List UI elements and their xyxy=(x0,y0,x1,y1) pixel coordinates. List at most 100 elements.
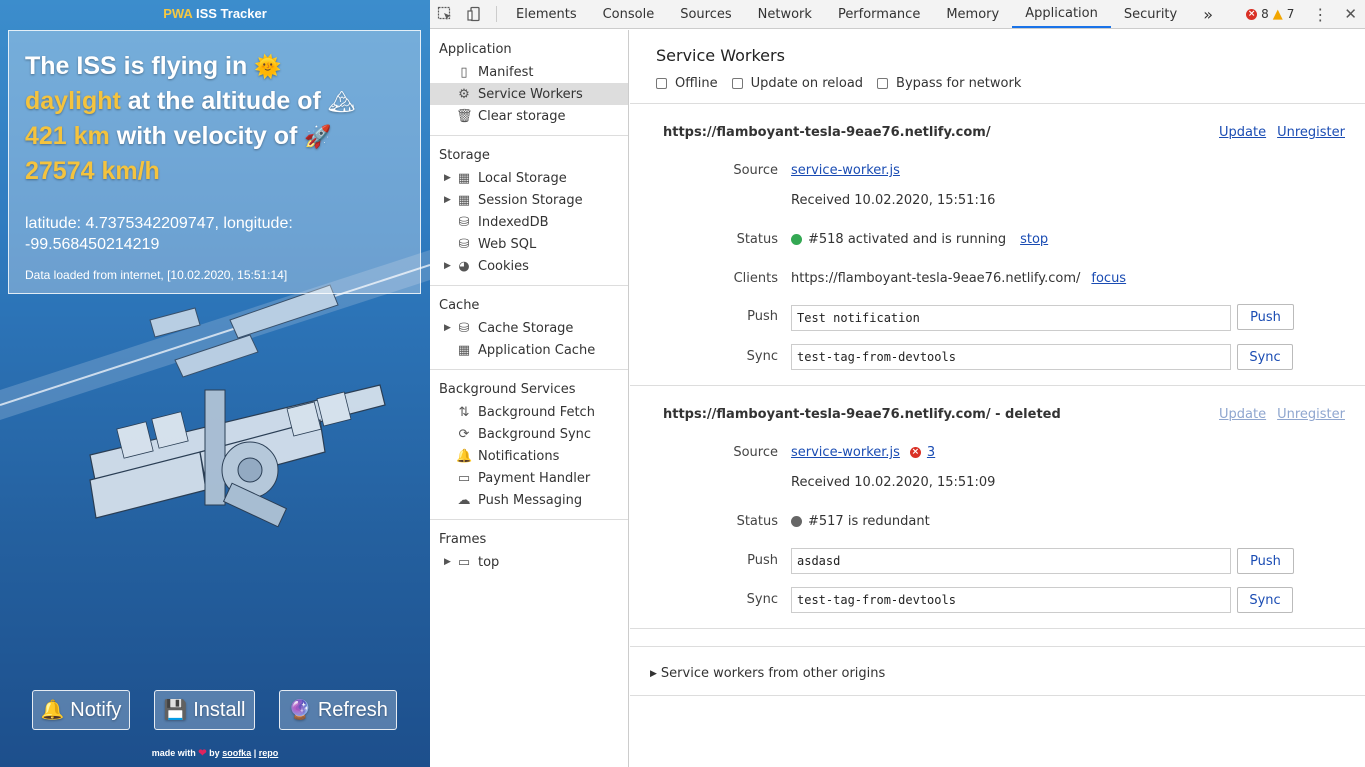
sidebar-item-background-fetch[interactable]: ⇅ Background Fetch xyxy=(430,401,628,423)
push-input[interactable]: asdasd xyxy=(791,548,1231,574)
error-icon: × xyxy=(909,447,921,458)
sidebar-item-payment-handler[interactable]: ▭ Payment Handler xyxy=(430,467,628,489)
deleted-tag: - deleted xyxy=(995,407,1061,422)
update-link[interactable]: Update xyxy=(1219,125,1266,140)
push-button[interactable]: Push xyxy=(1237,548,1294,574)
stop-link[interactable]: stop xyxy=(1020,232,1048,247)
device-toolbar-icon[interactable] xyxy=(460,0,490,28)
install-button[interactable]: 💾 Install xyxy=(154,690,255,730)
tab-performance[interactable]: Performance xyxy=(825,0,933,28)
tab-application[interactable]: Application xyxy=(1012,0,1111,28)
unregister-link[interactable]: Unregister xyxy=(1277,125,1345,140)
other-origins-toggle[interactable]: ▶ Service workers from other origins xyxy=(650,666,885,681)
sidebar-item-notifications[interactable]: 🔔 Notifications xyxy=(430,445,628,467)
repo-link[interactable]: repo xyxy=(259,748,279,758)
mountain-icon: 🏔 xyxy=(327,89,356,114)
service-workers-panel: Service Workers Offline Update on reload… xyxy=(630,30,1365,767)
checkbox-box[interactable] xyxy=(731,78,743,89)
sidebar-item-web-sql[interactable]: ⛁ Web SQL xyxy=(430,233,628,255)
sync-icon: ⟳ xyxy=(458,426,470,442)
sidebar-item-cache-storage[interactable]: ▶ ⛁ Cache Storage xyxy=(430,317,628,339)
tab-security[interactable]: Security xyxy=(1111,0,1190,28)
error-count-link[interactable]: 3 xyxy=(927,445,935,460)
checkbox-box[interactable] xyxy=(656,78,667,89)
sidebar-item-label: Cookies xyxy=(478,258,529,274)
service-worker-entry: https://flamboyant-tesla-9eae76.netlify.… xyxy=(630,103,1365,385)
kebab-menu-icon[interactable]: ⋮ xyxy=(1312,5,1328,24)
sidebar-item-top-frame[interactable]: ▶ ▭ top xyxy=(430,551,628,573)
source-link[interactable]: service-worker.js xyxy=(791,445,900,460)
update-on-reload-checkbox[interactable]: Update on reload xyxy=(731,76,864,91)
sidebar-item-application-cache[interactable]: ▦ Application Cache xyxy=(430,339,628,361)
sidebar-item-session-storage[interactable]: ▶ ▦ Session Storage xyxy=(430,189,628,211)
source-label: Source xyxy=(733,163,778,178)
bell-icon: 🔔 xyxy=(456,448,473,464)
expand-arrow-icon[interactable]: ▶ xyxy=(444,173,451,183)
expand-arrow-icon[interactable]: ▶ xyxy=(444,557,451,567)
tab-elements[interactable]: Elements xyxy=(503,0,590,28)
devtools-status-area: × 8 ▲ 7 ⋮ ✕ xyxy=(1246,0,1365,28)
sidebar-item-service-workers[interactable]: ⚙ Service Workers xyxy=(430,83,628,105)
tab-sources[interactable]: Sources xyxy=(667,0,744,28)
sync-label: Sync xyxy=(746,592,778,607)
sidebar-item-label: Notifications xyxy=(478,448,560,464)
notify-button[interactable]: 🔔 Notify xyxy=(32,690,130,730)
sidebar-item-local-storage[interactable]: ▶ ▦ Local Storage xyxy=(430,167,628,189)
checkbox-label: Update on reload xyxy=(750,76,864,91)
warning-count[interactable]: 7 xyxy=(1287,7,1295,21)
author-link[interactable]: soofka xyxy=(222,748,251,758)
offline-checkbox[interactable]: Offline xyxy=(656,76,718,91)
source-link[interactable]: service-worker.js xyxy=(791,163,900,178)
focus-link[interactable]: focus xyxy=(1091,271,1126,286)
trash-icon: 🗑 xyxy=(456,108,473,124)
sidebar-item-cookies[interactable]: ▶ ◕ Cookies xyxy=(430,255,628,277)
sidebar-item-background-sync[interactable]: ⟳ Background Sync xyxy=(430,423,628,445)
sidebar-item-manifest[interactable]: ▯ Manifest xyxy=(430,61,628,83)
crystal-ball-icon: 🔮 xyxy=(288,700,312,721)
more-tabs-icon[interactable]: » xyxy=(1190,0,1226,28)
expand-arrow-icon[interactable]: ▶ xyxy=(444,261,451,271)
footer-text: made with xyxy=(151,748,196,758)
expand-arrow-icon[interactable]: ▶ xyxy=(650,669,657,679)
iss-tracker-app: PWA ISS Tracker The ISS is flying in 🌞 d… xyxy=(0,0,430,767)
tab-console[interactable]: Console xyxy=(590,0,668,28)
error-count[interactable]: 8 xyxy=(1261,7,1269,21)
bypass-for-network-checkbox[interactable]: Bypass for network xyxy=(877,76,1021,91)
sidebar-item-label: Session Storage xyxy=(478,192,583,208)
sidebar-item-clear-storage[interactable]: 🗑 Clear storage xyxy=(430,105,628,127)
sync-button[interactable]: Sync xyxy=(1237,587,1293,613)
sync-input[interactable]: test-tag-from-devtools xyxy=(791,344,1231,370)
tab-network[interactable]: Network xyxy=(745,0,825,28)
sidebar-item-label: Cache Storage xyxy=(478,320,574,336)
push-button[interactable]: Push xyxy=(1237,304,1294,330)
inspect-element-icon[interactable] xyxy=(430,0,460,28)
sidebar-section-cache: Cache ▶ ⛁ Cache Storage ▦ Application Cache xyxy=(430,286,628,370)
cloud-icon: ☁ xyxy=(457,492,471,508)
install-label: Install xyxy=(193,698,246,721)
sw-actions: Update Unregister xyxy=(1219,407,1345,422)
panel-title: Service Workers xyxy=(656,46,785,65)
rocket-icon: 🚀 xyxy=(304,124,332,149)
sidebar-section-title: Background Services xyxy=(439,382,576,397)
headline-text: with velocity of xyxy=(116,122,298,150)
update-link: Update xyxy=(1219,407,1267,422)
expand-arrow-icon[interactable]: ▶ xyxy=(444,323,451,333)
sidebar-item-indexeddb[interactable]: ⛁ IndexedDB xyxy=(430,211,628,233)
status-label: Status xyxy=(736,514,778,529)
status-value: #518 activated and is running stop xyxy=(791,232,1048,247)
expand-arrow-icon[interactable]: ▶ xyxy=(444,195,451,205)
frame-icon: ▭ xyxy=(457,554,471,570)
app-title: ISS Tracker xyxy=(195,6,267,21)
push-input[interactable]: Test notification xyxy=(791,305,1231,331)
sync-button[interactable]: Sync xyxy=(1237,344,1293,370)
sync-input[interactable]: test-tag-from-devtools xyxy=(791,587,1231,613)
divider xyxy=(630,646,1365,647)
received-time: Received 10.02.2020, 15:51:16 xyxy=(791,193,996,208)
checkbox-box[interactable] xyxy=(877,78,889,89)
tab-memory[interactable]: Memory xyxy=(933,0,1012,28)
refresh-button[interactable]: 🔮 Refresh xyxy=(279,690,397,730)
close-icon[interactable]: ✕ xyxy=(1344,5,1357,23)
sidebar-item-push-messaging[interactable]: ☁ Push Messaging xyxy=(430,489,628,511)
pwa-badge: PWA xyxy=(163,6,193,21)
clients-value: https://flamboyant-tesla-9eae76.netlify.… xyxy=(791,271,1126,286)
